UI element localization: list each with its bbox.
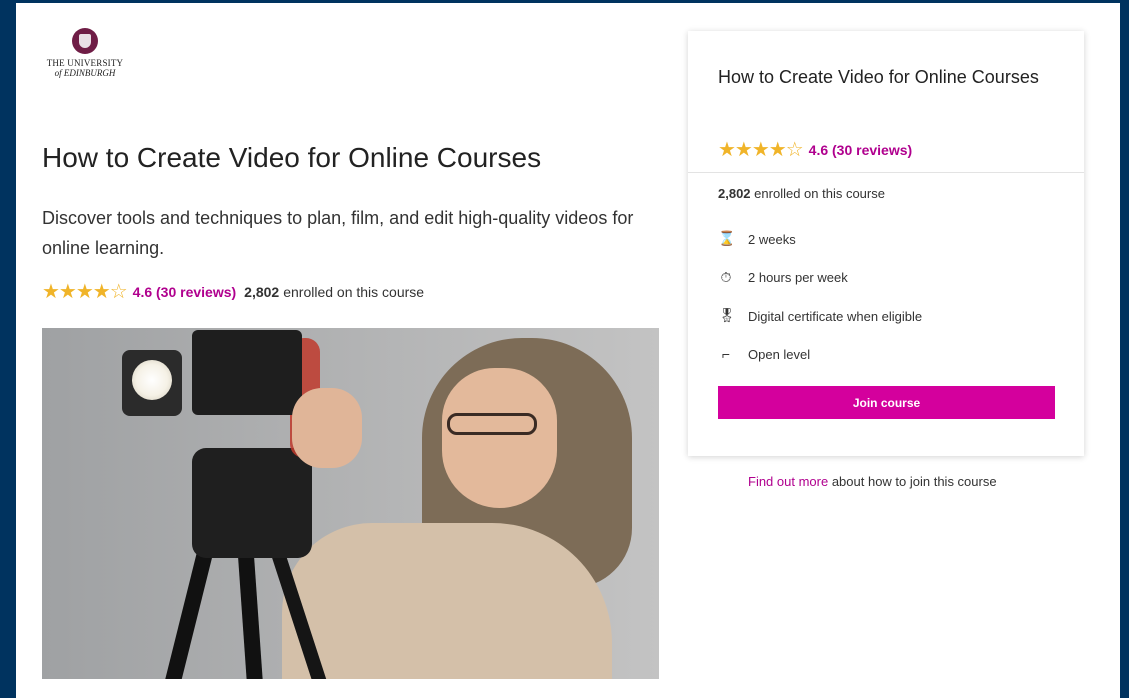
stopwatch-icon: ⏱ [720, 268, 732, 285]
certificate-icon: 🎖 [718, 307, 736, 324]
divider [688, 172, 1084, 173]
university-logo[interactable]: THE UNIVERSITY of EDINBURGH [40, 28, 130, 78]
course-hero-image [42, 328, 659, 679]
hourglass-icon: ⌛ [718, 230, 736, 247]
find-out-more-link[interactable]: Find out more [748, 474, 828, 489]
fact-label: 2 weeks [748, 231, 796, 247]
star-rating-icon: ★★★★☆ [42, 281, 128, 303]
fact-label: 2 hours per week [748, 270, 848, 286]
fact-label: Digital certificate when eligible [748, 308, 923, 324]
fact-certificate: 🎖 Digital certificate when eligible [718, 297, 922, 336]
card-enrolled-text: enrolled on this course [754, 186, 885, 201]
course-rating-row: ★★★★☆ 4.6 (30 reviews) 2,802 enrolled on… [42, 279, 424, 304]
enrolled-count: 2,802 [244, 283, 280, 300]
fact-weekly-hours: ⏱ 2 hours per week [718, 259, 922, 298]
course-facts-list: ⌛ 2 weeks ⏱ 2 hours per week 🎖 Digital c… [718, 220, 922, 374]
course-subtitle: Discover tools and techniques to plan, f… [42, 208, 634, 258]
star-rating-icon: ★★★★☆ [718, 139, 804, 161]
fact-duration: ⌛ 2 weeks [718, 220, 922, 259]
card-title: How to Create Video for Online Courses [718, 67, 1039, 87]
fact-label: Open level [748, 347, 811, 363]
join-course-button[interactable]: Join course [718, 386, 1055, 419]
course-title: How to Create Video for Online Courses [42, 142, 542, 173]
find-out-more-text: Find out more about how to join this cou… [748, 474, 997, 489]
crest-icon [72, 28, 98, 54]
card-enrolled-count: 2,802 [718, 186, 751, 201]
logo-line-2: of EDINBURGH [54, 68, 116, 78]
course-summary-card: How to Create Video for Online Courses ★… [688, 31, 1084, 456]
fact-level: ⌐ Open level [718, 336, 922, 375]
card-reviews-link[interactable]: 4.6 (30 reviews) [809, 142, 913, 158]
card-enrolled: 2,802 enrolled on this course [718, 186, 885, 201]
card-rating-row: ★★★★☆ 4.6 (30 reviews) [718, 137, 920, 162]
reviews-link[interactable]: 4.6 (30 reviews) [133, 284, 237, 300]
logo-line-1: THE UNIVERSITY [46, 58, 124, 68]
stairs-icon: ⌐ [721, 345, 731, 362]
enrolled-text: enrolled on this course [283, 283, 425, 300]
find-out-more-suffix: about how to join this course [828, 474, 997, 489]
